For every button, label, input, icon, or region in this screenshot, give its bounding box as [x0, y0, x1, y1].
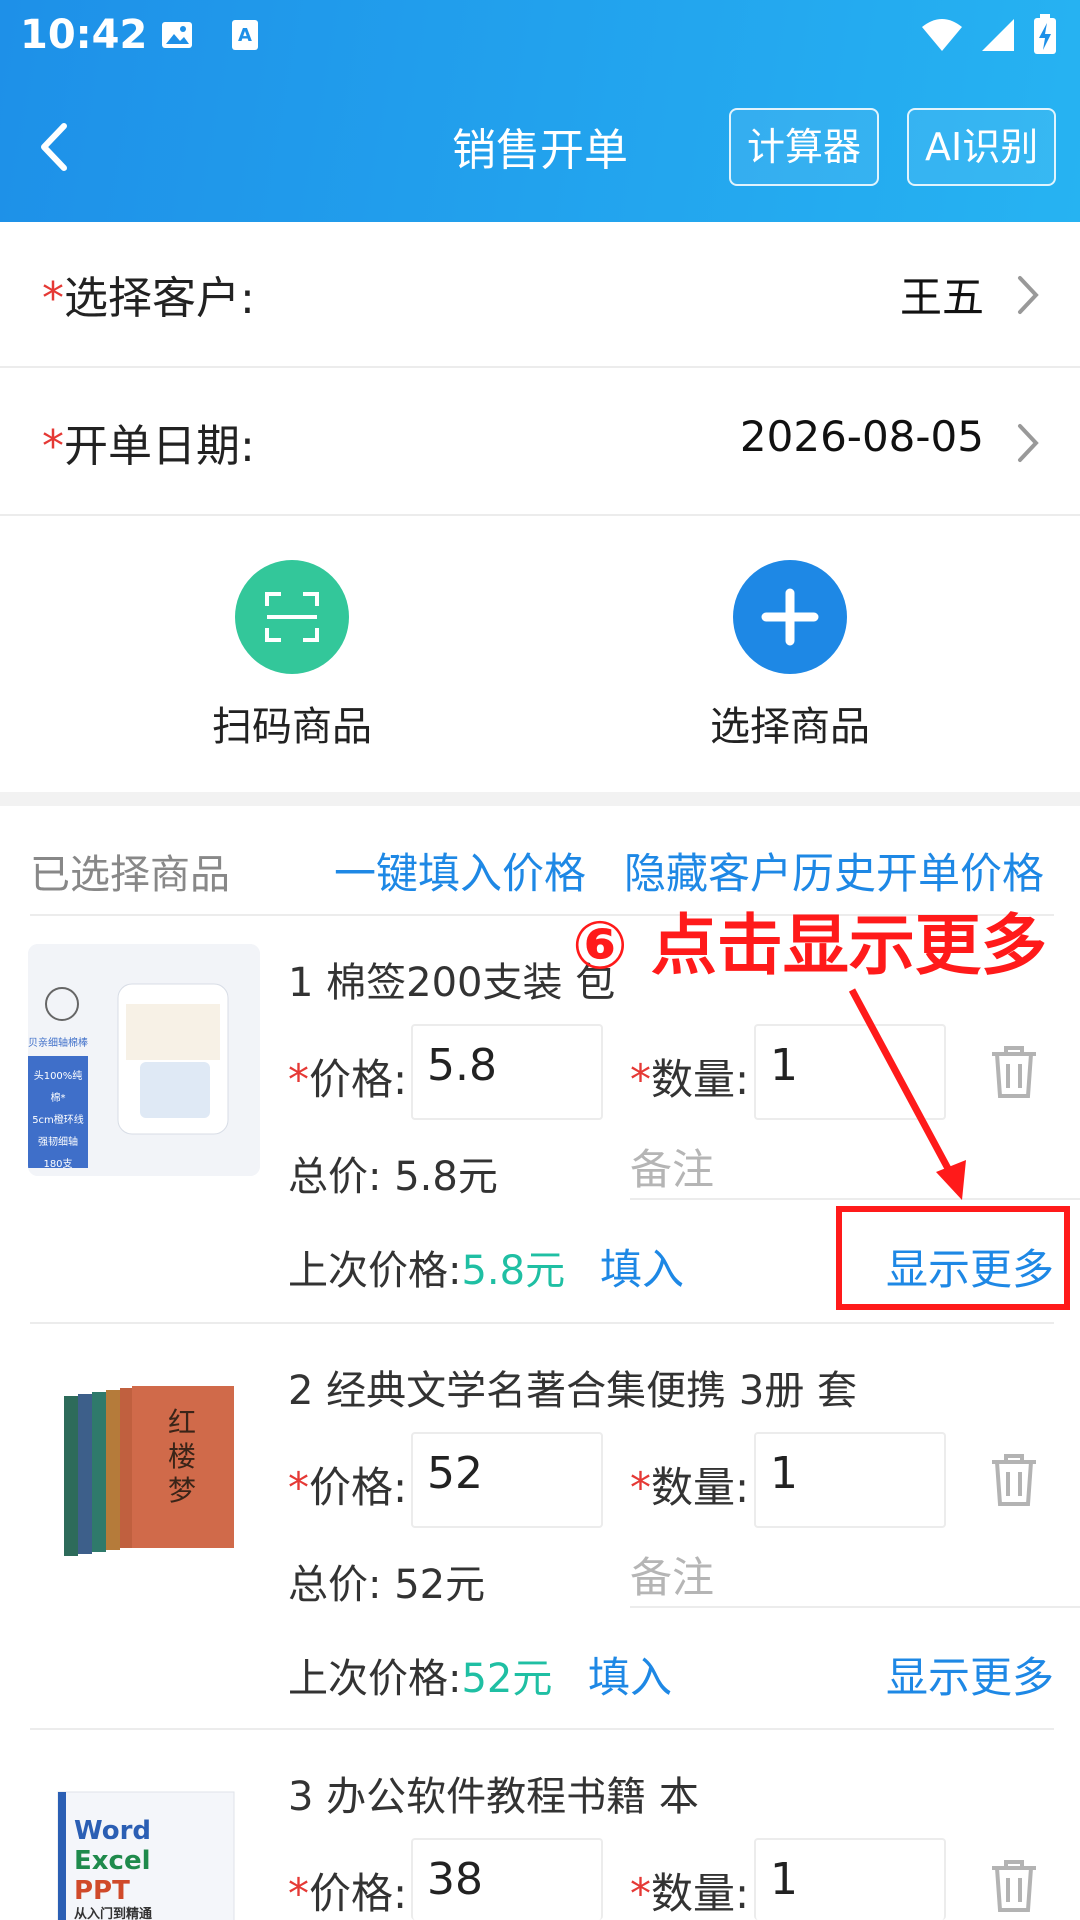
book-set-image	[64, 1386, 234, 1556]
image-icon	[162, 22, 192, 48]
thumb-line: 强韧细轴	[38, 1137, 78, 1148]
note-input[interactable]: 备注	[630, 1540, 1080, 1608]
chevron-right-icon	[1018, 424, 1039, 462]
scan-product-button[interactable]	[235, 560, 349, 674]
price-input[interactable]: 5.8	[411, 1024, 603, 1120]
total-price: 总价: 5.8元	[288, 1154, 498, 1200]
scan-product-label: 扫码商品	[212, 704, 372, 750]
date-row[interactable]: *开单日期: 2026-08-05	[0, 370, 1080, 516]
product-thumbnail: 红楼梦	[28, 1352, 260, 1584]
show-more-link[interactable]: 显示更多	[886, 1644, 1054, 1705]
scan-icon	[265, 592, 319, 642]
section-gap	[0, 792, 1080, 806]
qty-input[interactable]: 1	[754, 1024, 946, 1120]
date-label: *开单日期:	[42, 421, 255, 472]
select-product-button[interactable]	[733, 560, 847, 674]
selected-products-title: 已选择商品	[30, 852, 230, 898]
trash-icon[interactable]	[988, 1044, 1040, 1100]
product-item: Word Excel PPT 从入门到精通 3 办公软件教程书籍 本 *价格: …	[0, 1728, 1080, 1920]
price-input[interactable]: 38	[411, 1838, 603, 1920]
fill-all-price-link[interactable]: 一键填入价格	[334, 840, 586, 901]
price-label: *价格:	[288, 1869, 408, 1918]
product-thumbnail: Word Excel PPT 从入门到精通	[28, 1758, 260, 1920]
product-actions: 扫码商品 选择商品	[0, 518, 1080, 790]
qty-label: *数量:	[630, 1055, 750, 1104]
chevron-right-icon	[1018, 276, 1039, 314]
fill-price-link[interactable]: 填入	[600, 1236, 684, 1297]
wifi-icon	[922, 19, 962, 51]
calculator-button[interactable]: 计算器	[729, 108, 880, 186]
qty-input[interactable]: 1	[754, 1838, 946, 1920]
qty-label: *数量:	[630, 1869, 750, 1918]
thumb-line: 头100%纯棉*	[33, 1071, 83, 1104]
svg-text:A: A	[238, 25, 252, 46]
app-a-icon: A	[232, 20, 258, 50]
customer-label: *选择客户:	[42, 273, 255, 324]
note-input[interactable]: 备注	[630, 1132, 1080, 1200]
last-price: 上次价格:5.8元	[288, 1248, 566, 1294]
trash-icon[interactable]	[988, 1452, 1040, 1508]
book-title: 红楼梦	[168, 1406, 197, 1507]
thumb-line: 180支	[43, 1159, 73, 1170]
book-cover-text: Word Excel PPT 从入门到精通	[74, 1816, 153, 1920]
product-name: 2 经典文学名著合集便携 3册 套	[288, 1368, 858, 1414]
fill-price-link[interactable]: 填入	[588, 1644, 672, 1705]
trash-icon[interactable]	[988, 1858, 1040, 1914]
price-label: *价格:	[288, 1463, 408, 1512]
total-price: 总价: 52元	[288, 1562, 486, 1608]
status-right	[920, 14, 1058, 56]
battery-charging-icon	[1034, 14, 1056, 54]
last-price: 上次价格:52元	[288, 1656, 553, 1702]
thumb-line: 5cm橙环线	[32, 1115, 84, 1126]
price-input[interactable]: 52	[411, 1432, 603, 1528]
signal-icon	[982, 19, 1014, 51]
status-time: 10:42	[20, 12, 148, 58]
date-value: 2026-08-05	[739, 412, 984, 461]
customer-value: 王五	[899, 273, 984, 322]
product-item: 红楼梦 2 经典文学名著合集便携 3册 套 *价格: 52 *数量: 1 总价:…	[0, 1322, 1080, 1726]
thumb-line: 贝亲细轴棉棒	[28, 1038, 88, 1049]
product-name: 3 办公软件教程书籍 本	[288, 1774, 699, 1820]
app-bar: 10:42 A 销售开单 计算器 AI识别	[0, 0, 1080, 222]
product-name: 1 棉签200支装 包	[288, 960, 616, 1006]
ai-recognize-button[interactable]: AI识别	[907, 108, 1057, 186]
product-thumbnail: 头100%纯棉* 5cm橙环线 强韧细轴 180支 贝亲细轴棉棒	[28, 944, 260, 1176]
select-product-label: 选择商品	[710, 704, 870, 750]
annotation-text: ⑥ 点击显示更多	[572, 907, 1047, 984]
annotation-highlight-box	[836, 1206, 1070, 1310]
qty-label: *数量:	[630, 1463, 750, 1512]
customer-row[interactable]: *选择客户: 王五	[0, 222, 1080, 368]
plus-icon	[761, 588, 819, 646]
qty-input[interactable]: 1	[754, 1432, 946, 1528]
price-label: *价格:	[288, 1055, 408, 1104]
status-bar: 10:42 A	[0, 0, 1080, 72]
